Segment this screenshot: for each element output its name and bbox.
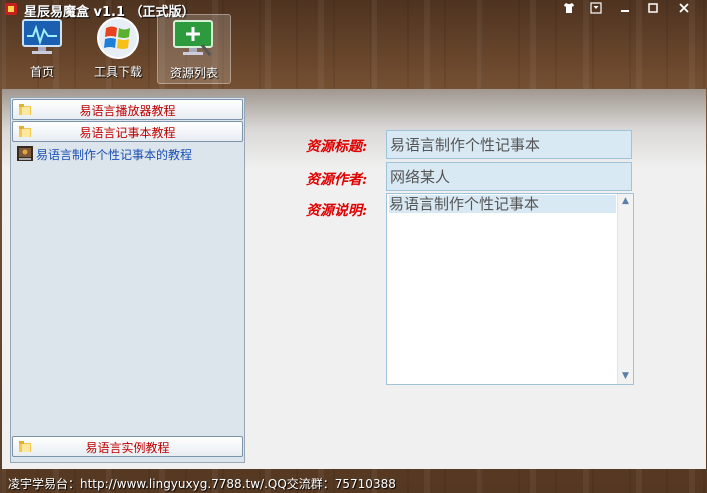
monitor-icon bbox=[22, 19, 62, 54]
desc-scrollbar[interactable]: ▲ ▼ bbox=[617, 194, 633, 384]
status-bar-text: 凌宇学易台：http://www.lingyuxyg.7788.tw/.QQ交流… bbox=[8, 477, 396, 491]
resource-title-label: 资源标题: bbox=[306, 139, 368, 155]
toolbar-resource-list[interactable]: 资源列表 bbox=[157, 14, 231, 84]
maximize-button[interactable] bbox=[644, 2, 662, 18]
resource-tree-panel: 易语言播放器教程 易语言记事本教程 易语言制作个性记事本的教程 易语言实例教程 bbox=[10, 97, 245, 463]
minimize-icon bbox=[621, 10, 629, 12]
category-label: 易语言播放器教程 bbox=[79, 104, 176, 118]
toolbar-tools-download-label: 工具下载 bbox=[93, 65, 142, 79]
minimize-to-tray-icon bbox=[590, 2, 602, 14]
category-example-tutorial[interactable]: 易语言实例教程 bbox=[12, 436, 243, 457]
minimize-button[interactable] bbox=[616, 2, 634, 18]
video-thumbnail-icon bbox=[17, 146, 33, 161]
windows-logo-icon bbox=[97, 17, 139, 59]
shirt-icon bbox=[564, 3, 574, 13]
main-content: 易语言播放器教程 易语言记事本教程 易语言制作个性记事本的教程 易语言实例教程 … bbox=[2, 89, 706, 469]
monitor-add-icon bbox=[173, 20, 213, 56]
tray-button[interactable] bbox=[587, 2, 605, 18]
close-icon bbox=[679, 3, 689, 13]
category-notepad-tutorial[interactable]: 易语言记事本教程 bbox=[12, 121, 243, 142]
resource-item-label: 易语言制作个性记事本的教程 bbox=[36, 148, 193, 162]
maximize-icon bbox=[648, 3, 658, 13]
toolbar-resource-list-label: 资源列表 bbox=[169, 66, 218, 80]
category-label: 易语言记事本教程 bbox=[79, 126, 176, 140]
toolbar-home-label: 首页 bbox=[29, 65, 54, 79]
close-button[interactable] bbox=[675, 2, 693, 18]
toolbar-home[interactable]: 首页 bbox=[14, 14, 70, 82]
resource-author-field[interactable]: 网络某人 bbox=[386, 162, 632, 191]
skin-icon[interactable] bbox=[560, 2, 578, 18]
scroll-up-icon[interactable]: ▲ bbox=[618, 194, 633, 209]
resource-author-label: 资源作者: bbox=[306, 172, 368, 188]
scroll-down-icon[interactable]: ▼ bbox=[618, 369, 633, 384]
category-player-tutorial[interactable]: 易语言播放器教程 bbox=[12, 99, 243, 120]
category-label: 易语言实例教程 bbox=[85, 441, 170, 455]
resource-desc-label: 资源说明: bbox=[306, 203, 368, 219]
toolbar-tools-download[interactable]: 工具下载 bbox=[86, 14, 150, 82]
resource-desc-textarea[interactable]: 易语言制作个性记事本 ▲ ▼ bbox=[386, 193, 634, 385]
resource-desc-text: 易语言制作个性记事本 bbox=[389, 195, 616, 213]
resource-title-field[interactable]: 易语言制作个性记事本 bbox=[386, 130, 632, 159]
